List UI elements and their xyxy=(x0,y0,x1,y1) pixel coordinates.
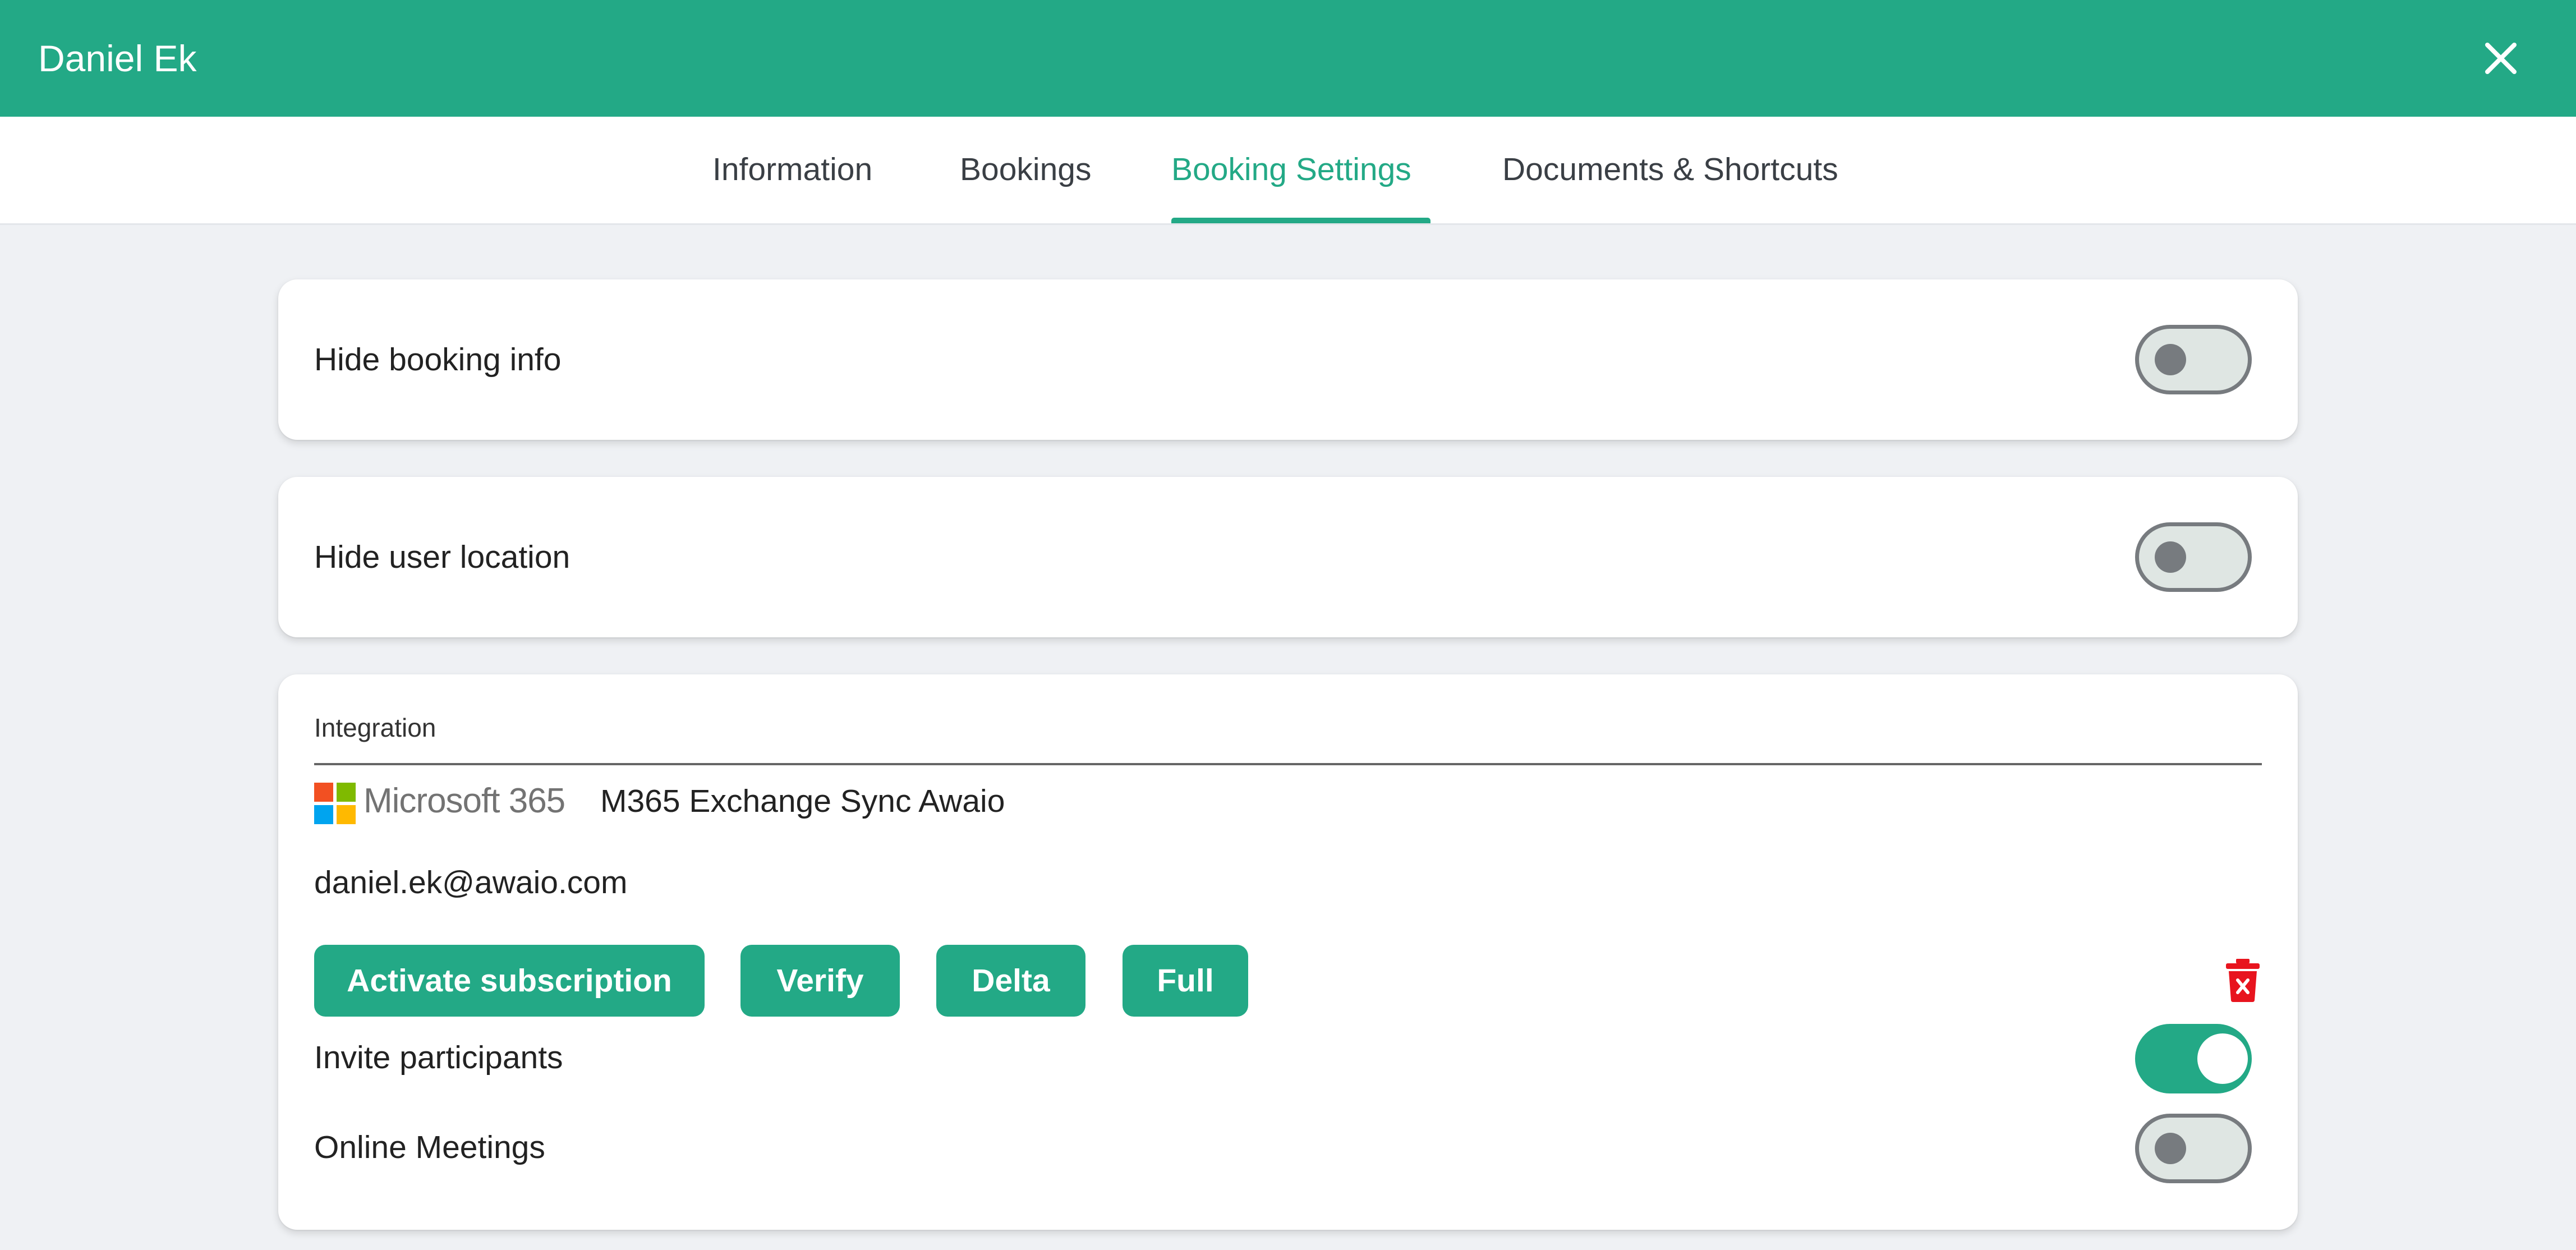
dialog-title: Daniel Ek xyxy=(38,38,197,79)
delta-button[interactable]: Delta xyxy=(936,945,1085,1017)
toggle-knob xyxy=(2155,541,2186,573)
invite-participants-label: Invite participants xyxy=(314,1040,563,1076)
hide-booking-info-toggle[interactable] xyxy=(2135,325,2252,394)
toggle-knob xyxy=(2197,1033,2248,1084)
hide-user-location-label: Hide user location xyxy=(314,539,571,575)
hide-user-location-card: Hide user location xyxy=(278,477,2298,637)
online-meetings-toggle[interactable] xyxy=(2135,1114,2252,1183)
section-divider xyxy=(314,763,2262,765)
sync-name: M365 Exchange Sync Awaio xyxy=(600,783,1005,819)
user-settings-dialog: Daniel Ek Information Bookings Booking S… xyxy=(0,0,2576,1250)
tab-documents-shortcuts[interactable]: Documents & Shortcuts xyxy=(1502,117,1838,223)
activate-subscription-button[interactable]: Activate subscription xyxy=(314,945,705,1017)
integration-card: Integration Microsoft 365 M365 Exchange … xyxy=(278,674,2298,1230)
hide-booking-info-card: Hide booking info xyxy=(278,279,2298,440)
tab-information[interactable]: Information xyxy=(712,117,872,223)
tab-bar: Information Bookings Booking Settings Do… xyxy=(0,117,2576,225)
integration-title: Integration xyxy=(314,713,436,742)
hide-booking-info-label: Hide booking info xyxy=(314,342,562,378)
trash-delete-icon[interactable] xyxy=(2225,958,2261,1003)
dialog-header: Daniel Ek xyxy=(0,0,2576,117)
hide-user-location-toggle[interactable] xyxy=(2135,522,2252,592)
verify-button[interactable]: Verify xyxy=(740,945,900,1017)
active-tab-indicator xyxy=(1171,218,1430,223)
microsoft-365-logo-text: Microsoft 365 xyxy=(364,782,565,820)
online-meetings-label: Online Meetings xyxy=(314,1129,545,1165)
tab-bookings[interactable]: Bookings xyxy=(960,117,1092,223)
invite-participants-toggle[interactable] xyxy=(2135,1024,2252,1093)
toggle-knob xyxy=(2155,344,2186,375)
full-button[interactable]: Full xyxy=(1123,945,1248,1017)
close-icon[interactable] xyxy=(2480,37,2522,80)
integration-email: daniel.ek@awaio.com xyxy=(314,865,628,900)
toggle-knob xyxy=(2155,1133,2186,1164)
tab-booking-settings[interactable]: Booking Settings xyxy=(1171,117,1411,223)
microsoft-logo-icon xyxy=(314,783,356,824)
